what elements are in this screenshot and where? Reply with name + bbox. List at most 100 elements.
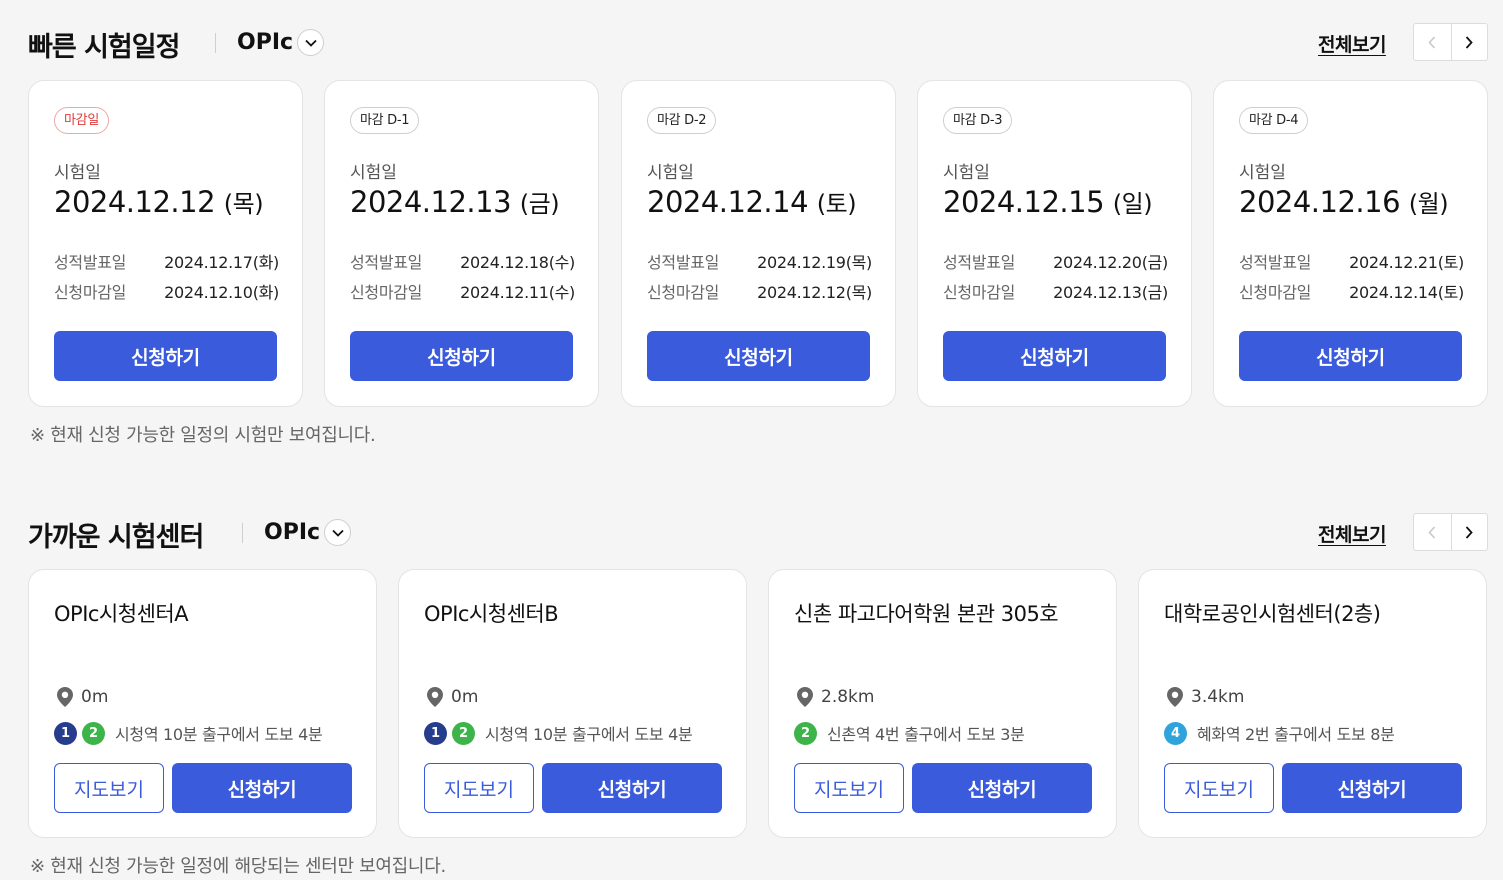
exam-day-of-week: (일) xyxy=(1112,190,1153,218)
apply-button[interactable]: 신청하기 xyxy=(647,331,870,381)
deadline-badge: 마감 D-3 xyxy=(943,107,1013,134)
apply-button[interactable]: 신청하기 xyxy=(1282,763,1462,813)
distance: 2.8km xyxy=(796,686,874,708)
apply-button[interactable]: 신청하기 xyxy=(1239,331,1462,381)
apply-button[interactable]: 신청하기 xyxy=(542,763,722,813)
distance: 3.4km xyxy=(1166,686,1244,708)
deadline-badge: 마감일 xyxy=(54,107,109,134)
exam-date: 2024.12.13 (금) xyxy=(350,184,560,219)
exam-type-label: OPIc xyxy=(237,30,294,55)
distance-value: 3.4km xyxy=(1191,687,1245,707)
title-divider xyxy=(215,33,216,53)
center-card: OPIc시청센터B 0m 1 2 시청역 10분 출구에서 도보 4분 지도보기… xyxy=(398,569,747,838)
exam-date-value: 2024.12.13 xyxy=(350,185,512,219)
view-all-link[interactable]: 전체보기 xyxy=(1318,520,1386,547)
location-pin-icon xyxy=(427,687,443,707)
schedule-card: 마감 D-3 시험일 2024.12.15 (일) 성적발표일 2024.12.2… xyxy=(917,80,1192,407)
subway-line-badge: 2 xyxy=(452,721,475,745)
map-button[interactable]: 지도보기 xyxy=(54,763,164,813)
exam-date-value: 2024.12.14 xyxy=(647,185,809,219)
subway-line-badge: 1 xyxy=(424,721,447,745)
exam-day-of-week: (월) xyxy=(1408,190,1449,218)
deadline-date-value: 2024.12.14(토) xyxy=(1349,283,1464,302)
exam-date-value: 2024.12.15 xyxy=(943,185,1105,219)
exam-date: 2024.12.14 (토) xyxy=(647,184,857,219)
schedule-card: 마감 D-2 시험일 2024.12.14 (토) 성적발표일 2024.12.1… xyxy=(621,80,896,407)
exam-day-of-week: (목) xyxy=(223,190,264,218)
center-card: OPIc시청센터A 0m 1 2 시청역 10분 출구에서 도보 4분 지도보기… xyxy=(28,569,377,838)
apply-button[interactable]: 신청하기 xyxy=(912,763,1092,813)
route-text: 혜화역 2번 출구에서 도보 8분 xyxy=(1197,725,1395,744)
chevron-right-icon xyxy=(1466,35,1473,49)
deadline-date-value: 2024.12.10(화) xyxy=(164,283,279,302)
apply-button[interactable]: 신청하기 xyxy=(54,331,277,381)
deadline-date-value: 2024.12.13(금) xyxy=(1053,283,1168,302)
pager xyxy=(1413,23,1488,61)
pager xyxy=(1413,513,1488,551)
deadline-date-row: 신청마감일 2024.12.14(토) xyxy=(1239,279,1464,303)
exam-date: 2024.12.16 (월) xyxy=(1239,184,1449,219)
exam-date-label: 시험일 xyxy=(350,163,397,183)
deadline-date-row: 신청마감일 2024.12.12(목) xyxy=(647,279,872,303)
exam-select-button[interactable] xyxy=(324,519,351,546)
exam-date-value: 2024.12.16 xyxy=(1239,185,1401,219)
result-date-value: 2024.12.18(수) xyxy=(460,253,575,272)
prev-button[interactable] xyxy=(1414,24,1451,60)
section-title: 가까운 시험센터 xyxy=(28,522,204,553)
exam-type-label: OPIc xyxy=(264,520,321,545)
next-button[interactable] xyxy=(1450,514,1488,550)
result-date-row: 성적발표일 2024.12.17(화) xyxy=(54,249,279,273)
route-text: 시청역 10분 출구에서 도보 4분 xyxy=(115,725,323,744)
deadline-date-label: 신청마감일 xyxy=(943,283,1016,302)
deadline-date-row: 신청마감일 2024.12.10(화) xyxy=(54,279,279,303)
map-button[interactable]: 지도보기 xyxy=(794,763,904,813)
deadline-date-label: 신청마감일 xyxy=(54,283,127,302)
section-title: 빠른 시험일정 xyxy=(28,32,180,63)
result-date-row: 성적발표일 2024.12.21(토) xyxy=(1239,249,1464,273)
distance-value: 2.8km xyxy=(821,687,875,707)
schedule-card: 마감일 시험일 2024.12.12 (목) 성적발표일 2024.12.17(화… xyxy=(28,80,303,407)
subway-route: 4 혜화역 2번 출구에서 도보 8분 xyxy=(1164,721,1395,745)
exam-date: 2024.12.12 (목) xyxy=(54,184,264,219)
apply-button[interactable]: 신청하기 xyxy=(943,331,1166,381)
exam-date: 2024.12.15 (일) xyxy=(943,184,1153,219)
view-all-link[interactable]: 전체보기 xyxy=(1318,30,1386,57)
result-date-value: 2024.12.21(토) xyxy=(1349,253,1464,272)
location-pin-icon xyxy=(1167,687,1183,707)
exam-select-button[interactable] xyxy=(297,29,324,56)
location-pin-icon xyxy=(57,687,73,707)
prev-button[interactable] xyxy=(1414,514,1451,550)
chevron-down-icon xyxy=(331,529,344,537)
distance-value: 0m xyxy=(451,687,479,707)
subway-line-badge: 4 xyxy=(1164,721,1187,745)
exam-date-label: 시험일 xyxy=(647,163,694,183)
deadline-date-value: 2024.12.11(수) xyxy=(460,283,575,302)
apply-button[interactable]: 신청하기 xyxy=(350,331,573,381)
deadline-date-row: 신청마감일 2024.12.13(금) xyxy=(943,279,1168,303)
exam-date-value: 2024.12.12 xyxy=(54,185,216,219)
deadline-badge: 마감 D-1 xyxy=(350,107,420,134)
result-date-row: 성적발표일 2024.12.20(금) xyxy=(943,249,1168,273)
center-name: 대학로공인시험센터(2층) xyxy=(1164,602,1381,626)
subway-line-badge: 2 xyxy=(794,721,817,745)
center-name: OPIc시청센터B xyxy=(424,602,559,626)
subway-line-badge: 1 xyxy=(54,721,77,745)
deadline-badge: 마감 D-4 xyxy=(1239,107,1309,134)
map-button[interactable]: 지도보기 xyxy=(1164,763,1274,813)
next-button[interactable] xyxy=(1450,24,1488,60)
result-date-row: 성적발표일 2024.12.18(수) xyxy=(350,249,575,273)
schedule-note: ※ 현재 신청 가능한 일정의 시험만 보여집니다. xyxy=(30,425,376,446)
apply-button[interactable]: 신청하기 xyxy=(172,763,352,813)
subway-route: 1 2 시청역 10분 출구에서 도보 4분 xyxy=(54,721,323,745)
subway-line-badge: 2 xyxy=(82,721,105,745)
result-date-label: 성적발표일 xyxy=(943,253,1016,272)
deadline-date-value: 2024.12.12(목) xyxy=(757,283,872,302)
center-card: 대학로공인시험센터(2층) 3.4km 4 혜화역 2번 출구에서 도보 8분 … xyxy=(1138,569,1487,838)
result-date-value: 2024.12.20(금) xyxy=(1053,253,1168,272)
distance-value: 0m xyxy=(81,687,109,707)
result-date-label: 성적발표일 xyxy=(1239,253,1312,272)
result-date-label: 성적발표일 xyxy=(647,253,720,272)
exam-day-of-week: (토) xyxy=(816,190,857,218)
map-button[interactable]: 지도보기 xyxy=(424,763,534,813)
subway-route: 1 2 시청역 10분 출구에서 도보 4분 xyxy=(424,721,693,745)
